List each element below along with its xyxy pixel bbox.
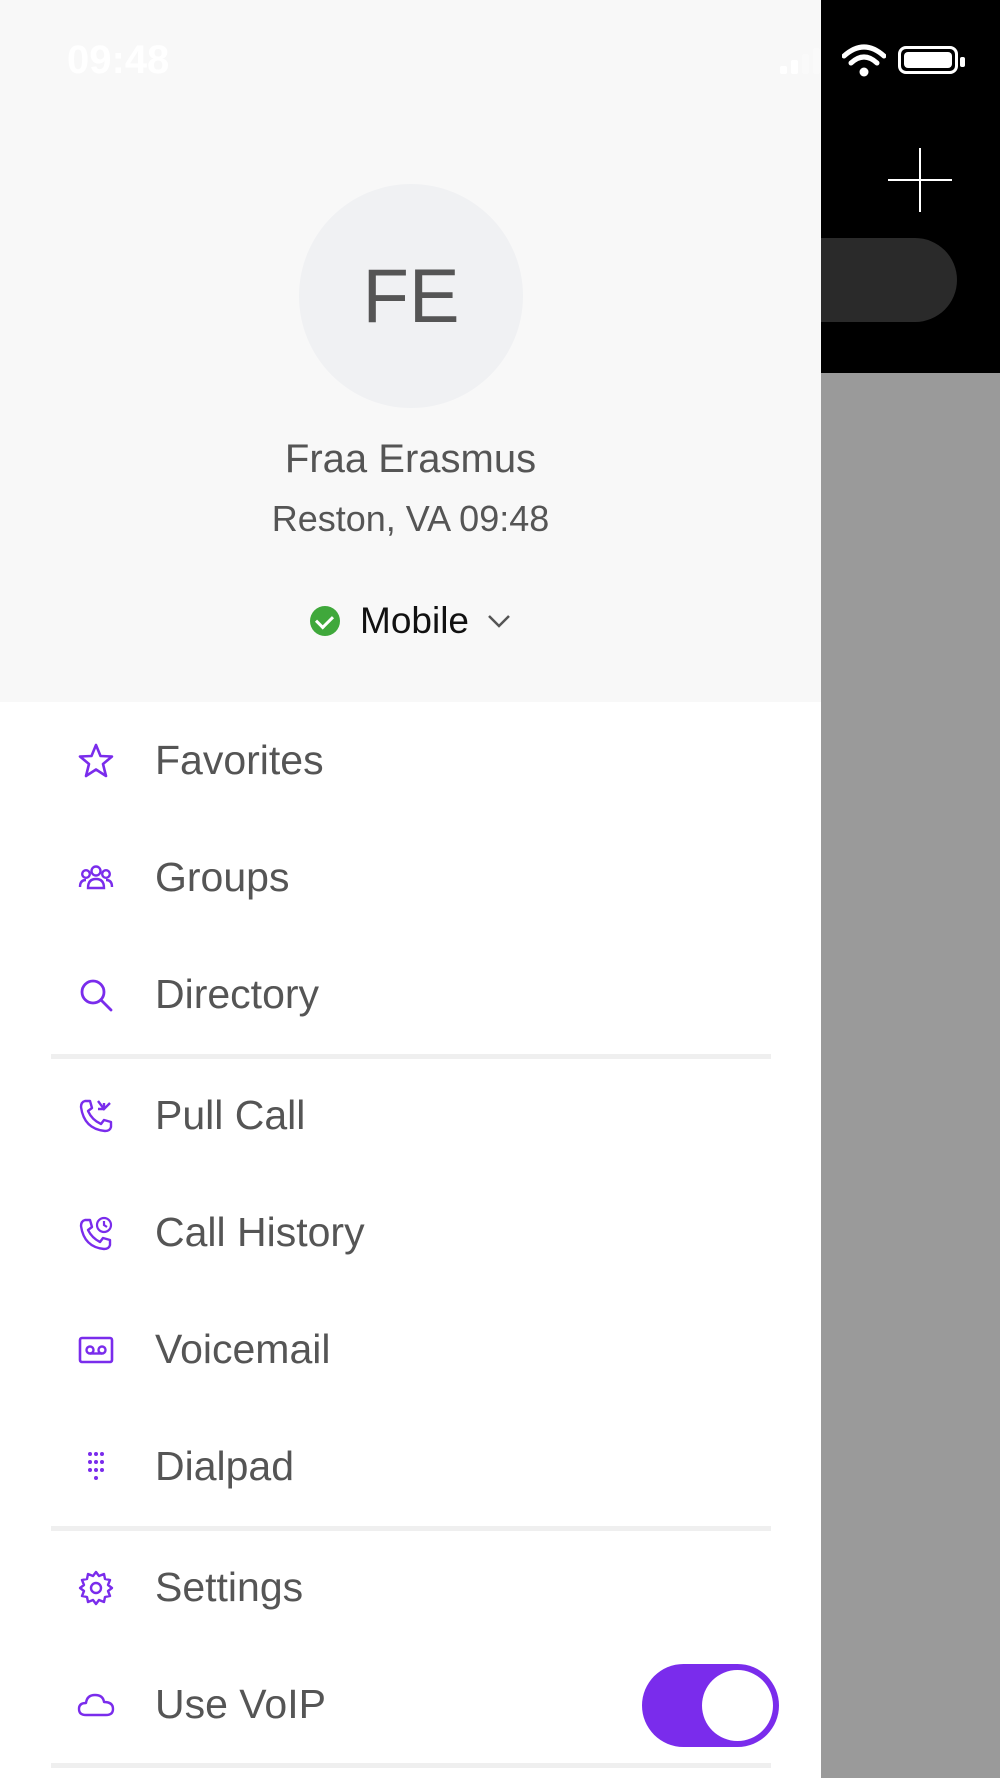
battery-icon (898, 46, 965, 74)
menu-item-pull-call[interactable]: Pull Call (0, 1057, 821, 1174)
menu-label-call-history: Call History (155, 1209, 365, 1255)
navigation-drawer: 09:48 FE Fraa Erasmus Reston, VA 09:48 M… (0, 0, 965, 1778)
user-name: Fraa Erasmus (284, 437, 537, 481)
presence-available-icon (310, 606, 340, 636)
voicemail-icon (78, 1336, 114, 1363)
menu-label-directory: Directory (155, 971, 320, 1017)
use-voip-toggle[interactable] (642, 1664, 779, 1747)
menu-item-favorites[interactable]: Favorites (0, 702, 821, 819)
presence-selector[interactable]: Mobile (0, 598, 821, 644)
menu-item-groups[interactable]: Groups (0, 819, 821, 936)
menu-divider (51, 1763, 771, 1768)
menu-label-dialpad: Dialpad (155, 1443, 295, 1489)
menu-label-voicemail: Voicemail (155, 1326, 331, 1372)
dialpad-icon (88, 1451, 104, 1480)
add-icon[interactable] (888, 148, 952, 212)
avatar[interactable]: FE (299, 184, 523, 408)
toggle-knob (702, 1670, 773, 1741)
menu-item-call-history[interactable]: Call History (0, 1174, 821, 1291)
menu-item-settings[interactable]: Settings (0, 1529, 821, 1646)
search-icon (80, 979, 113, 1011)
cloud-icon (77, 1693, 115, 1716)
menu-label-pull-call: Pull Call (155, 1092, 306, 1138)
cell-signal-icon (780, 40, 834, 80)
menu-item-voicemail[interactable]: Voicemail (0, 1291, 821, 1408)
wifi-icon (842, 44, 886, 77)
gear-icon (78, 1570, 114, 1605)
menu-label-use-voip: Use VoIP (155, 1681, 326, 1727)
menu-item-directory[interactable]: Directory (0, 936, 821, 1053)
chevron-down-icon (488, 615, 510, 628)
menu-label-settings: Settings (155, 1564, 304, 1610)
user-location-time: Reston, VA 09:48 (271, 498, 550, 539)
menu-label-groups: Groups (155, 854, 290, 900)
status-time: 09:48 (67, 38, 170, 82)
status-icons (780, 40, 970, 80)
menu-label-favorites: Favorites (155, 737, 324, 783)
star-icon (78, 743, 114, 777)
pull-call-icon (79, 1099, 113, 1132)
presence-label: Mobile (360, 600, 469, 641)
avatar-initials: FE (362, 253, 460, 339)
menu-item-dialpad[interactable]: Dialpad (0, 1408, 821, 1525)
call-history-icon (79, 1216, 113, 1250)
groups-icon (78, 864, 114, 889)
